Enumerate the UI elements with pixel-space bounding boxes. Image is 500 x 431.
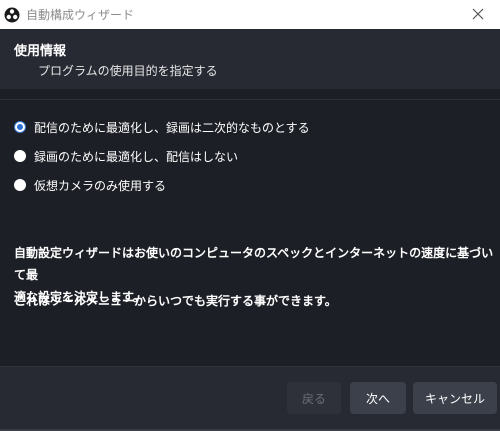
- option-label: 録画のために最適化し、配信はしない: [34, 149, 239, 164]
- description-line: 自動設定ウィザードはお使いのコンピュータのスペックとインターネットの速度に基づい…: [14, 246, 494, 282]
- cancel-button[interactable]: キャンセル: [413, 382, 497, 414]
- option-stream-priority[interactable]: 配信のために最適化し、録画は二次的なものとする: [14, 117, 310, 137]
- description-note: これはツールメニューからいつでも実行する事ができます。: [14, 290, 337, 312]
- radio-button[interactable]: [14, 150, 26, 162]
- button-bar: 戻る 次へ キャンセル: [0, 366, 500, 431]
- wizard-content: 配信のために最適化し、録画は二次的なものとする 録画のために最適化し、配信はしな…: [0, 100, 500, 366]
- back-button[interactable]: 戻る: [287, 382, 341, 414]
- radio-button-checked[interactable]: [14, 121, 26, 133]
- close-icon[interactable]: [470, 6, 486, 22]
- description-line: これはツールメニューからいつでも実行する事ができます。: [14, 294, 337, 308]
- radio-button[interactable]: [14, 179, 26, 191]
- next-button[interactable]: 次へ: [350, 382, 406, 414]
- obs-logo-icon: [4, 7, 20, 23]
- wizard-header: 使用情報 プログラムの使用目的を指定する: [0, 29, 500, 89]
- window-title: 自動構成ウィザード: [26, 8, 135, 22]
- option-label: 仮想カメラのみ使用する: [34, 178, 167, 193]
- title-bar: 自動構成ウィザード: [0, 0, 500, 29]
- page-title: 使用情報: [14, 44, 67, 59]
- divider: [0, 366, 500, 367]
- page-subtitle: プログラムの使用目的を指定する: [38, 64, 218, 78]
- option-record-only[interactable]: 録画のために最適化し、配信はしない: [14, 146, 238, 166]
- option-label: 配信のために最適化し、録画は二次的なものとする: [34, 120, 310, 135]
- option-virtual-camera[interactable]: 仮想カメラのみ使用する: [14, 175, 166, 195]
